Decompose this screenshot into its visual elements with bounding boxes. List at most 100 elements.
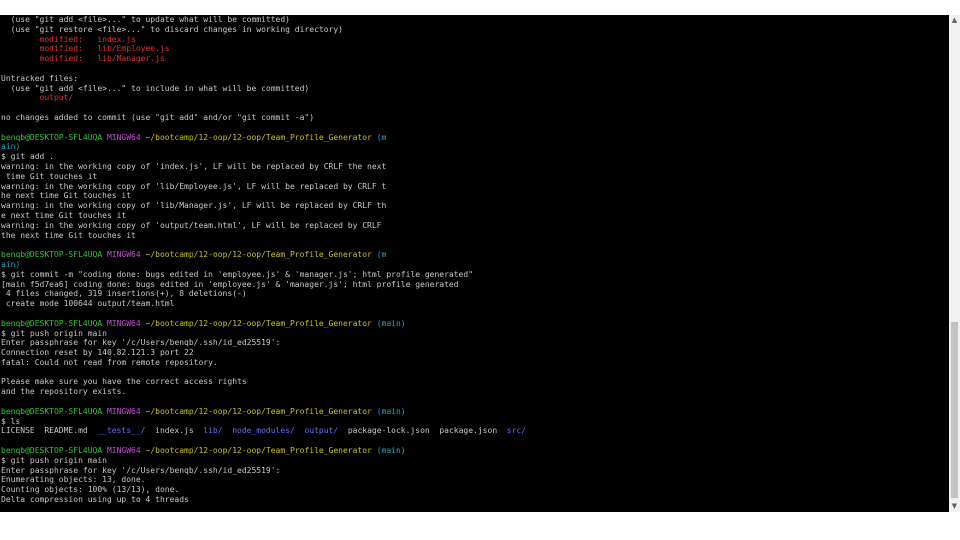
terminal-text-segment: [main f5d7ea6] coding done: bugs edited … — [1, 279, 459, 289]
terminal-text-segment: (use "git add <file>..." to include in w… — [1, 83, 310, 93]
terminal-text-segment: Counting objects: 100% (13/13), done. — [1, 485, 180, 495]
terminal-text-segment: MINGW64 — [106, 446, 146, 456]
terminal-line: he next time Git touches it — [1, 191, 941, 201]
terminal-text-segment: node_modules/ — [232, 426, 295, 436]
terminal-text-segment: 4 files changed, 319 insertions(+), 8 de… — [1, 289, 247, 299]
terminal-line: $ git add . — [1, 152, 941, 162]
terminal-line: benqb@DESKTOP-SFL4UQA MINGW64 ~/bootcamp… — [1, 407, 941, 417]
terminal-line: e next time Git touches it — [1, 211, 941, 221]
terminal-line: benqb@DESKTOP-SFL4UQA MINGW64 ~/bootcamp… — [1, 133, 941, 143]
terminal-text-segment: MINGW64 — [106, 132, 146, 142]
terminal-text-segment: warning: in the working copy of 'lib/Emp… — [1, 181, 387, 191]
terminal-line: time Git touches it — [1, 172, 941, 182]
terminal-line: Enter passphrase for key '/c/Users/benqb… — [1, 338, 941, 348]
terminal-text-segment: modified: index.js — [1, 34, 136, 44]
terminal-text-segment: create mode 100644 output/team.html — [1, 299, 175, 309]
terminal-text-segment: $ git push origin main — [1, 455, 107, 465]
terminal-text-segment: benqb@DESKTOP-SFL4UQA — [1, 132, 107, 142]
terminal-text-segment: Enter passphrase for key '/c/Users/benqb… — [1, 465, 281, 475]
terminal-text-segment: benqb@DESKTOP-SFL4UQA — [1, 446, 107, 456]
terminal-text-segment: Untracked files: — [1, 73, 79, 83]
scrollbar-thumb[interactable] — [951, 322, 958, 498]
terminal-text-segment: modified: lib/Manager.js — [1, 54, 165, 64]
terminal-text-segment: output/ — [1, 93, 74, 103]
terminal-text-segment: Enumerating objects: 13, done. — [1, 475, 146, 485]
terminal-line: Delta compression using up to 4 threads — [1, 495, 941, 505]
terminal-text-segment: (m — [371, 250, 387, 260]
terminal-line: and the repository exists. — [1, 387, 941, 397]
terminal-text-segment: modified: lib/Employee.js — [1, 44, 170, 54]
terminal-line: Untracked files: — [1, 74, 941, 84]
terminal-text-segment: ~/bootcamp/12-oop/12-oop/Team_Profile_Ge… — [145, 318, 372, 328]
terminal-line: (use "git restore <file>..." to discard … — [1, 25, 941, 35]
terminal-line: $ git push origin main — [1, 456, 941, 466]
terminal-text-segment: lib/ — [203, 426, 223, 436]
terminal-line: Counting objects: 100% (13/13), done. — [1, 485, 941, 495]
terminal-text-segment: package-lock.json package.json — [338, 426, 507, 436]
terminal-text-segment: $ git commit -m "coding done: bugs edite… — [1, 269, 474, 279]
terminal-line: benqb@DESKTOP-SFL4UQA MINGW64 ~/bootcamp… — [1, 446, 941, 456]
terminal-line: ain) — [1, 260, 941, 270]
terminal-line: create mode 100644 output/team.html — [1, 299, 941, 309]
terminal-line: [main f5d7ea6] coding done: bugs edited … — [1, 280, 941, 290]
terminal-text-segment: e next time Git touches it — [1, 210, 127, 220]
scroll-up-arrow-icon[interactable]: ▲ — [949, 15, 960, 26]
terminal-line: Enumerating objects: 13, done. — [1, 475, 941, 485]
terminal-text-segment: Delta compression using up to 4 threads — [1, 495, 189, 505]
terminal-text-segment: and the repository exists. — [1, 387, 127, 397]
terminal-line: (use "git add <file>..." to include in w… — [1, 84, 941, 94]
terminal-text-segment: (main) — [371, 318, 406, 328]
terminal-text-segment: ~/bootcamp/12-oop/12-oop/Team_Profile_Ge… — [145, 132, 372, 142]
vertical-scrollbar[interactable]: ▲ ▼ — [949, 15, 960, 512]
terminal-text-segment: ain) — [1, 259, 21, 269]
terminal-line: $ git commit -m "coding done: bugs edite… — [1, 270, 941, 280]
terminal-line: 4 files changed, 319 insertions(+), 8 de… — [1, 289, 941, 299]
terminal-text-segment: no changes added to commit (use "git add… — [1, 112, 315, 122]
terminal-line: $ git push origin main — [1, 329, 941, 339]
terminal-text-segment: (m — [371, 132, 387, 142]
terminal-line: Enter passphrase for key '/c/Users/benqb… — [1, 466, 941, 476]
terminal-line: warning: in the working copy of 'lib/Emp… — [1, 182, 941, 192]
scroll-down-arrow-icon[interactable]: ▼ — [949, 501, 960, 512]
terminal-text-segment: warning: in the working copy of 'index.j… — [1, 161, 387, 171]
terminal-text-segment: benqb@DESKTOP-SFL4UQA — [1, 406, 107, 416]
terminal-line: LICENSE README.md __tests__/ index.js li… — [1, 426, 941, 436]
terminal-text-segment: (use "git restore <file>..." to discard … — [1, 24, 343, 34]
terminal-line: ain) — [1, 142, 941, 152]
terminal-text-segment: benqb@DESKTOP-SFL4UQA — [1, 318, 107, 328]
terminal-text-segment: (main) — [371, 406, 406, 416]
terminal-line: warning: in the working copy of 'output/… — [1, 221, 941, 231]
terminal-window[interactable]: (use "git add <file>..." to update what … — [0, 15, 949, 512]
terminal-line: fatal: Could not read from remote reposi… — [1, 358, 941, 368]
terminal-line: warning: in the working copy of 'index.j… — [1, 162, 941, 172]
terminal-text-segment: MINGW64 — [106, 318, 146, 328]
terminal-text-segment: output/ — [304, 426, 339, 436]
terminal-line: Connection reset by 140.82.121.3 port 22 — [1, 348, 941, 358]
terminal-line: modified: lib/Manager.js — [1, 54, 941, 64]
terminal-line: output/ — [1, 93, 941, 103]
terminal-text-segment: ~/bootcamp/12-oop/12-oop/Team_Profile_Ge… — [145, 250, 372, 260]
terminal-line: Please make sure you have the correct ac… — [1, 377, 941, 387]
terminal-text-segment: $ git add . — [1, 152, 54, 162]
terminal-output: (use "git add <file>..." to update what … — [1, 15, 941, 505]
terminal-line: modified: lib/Employee.js — [1, 44, 941, 54]
terminal-text-segment: src/ — [506, 426, 527, 436]
terminal-text-segment: MINGW64 — [106, 250, 146, 260]
terminal-text-segment: benqb@DESKTOP-SFL4UQA — [1, 250, 107, 260]
terminal-line: the next time Git touches it — [1, 231, 941, 241]
terminal-line: no changes added to commit (use "git add… — [1, 113, 941, 123]
terminal-text-segment: warning: in the working copy of 'output/… — [1, 220, 382, 230]
terminal-text-segment: ain) — [1, 142, 21, 152]
terminal-line: (use "git add <file>..." to update what … — [1, 15, 941, 25]
terminal-text-segment: the next time Git touches it — [1, 230, 136, 240]
terminal-line: benqb@DESKTOP-SFL4UQA MINGW64 ~/bootcamp… — [1, 319, 941, 329]
terminal-text-segment: fatal: Could not read from remote reposi… — [1, 357, 218, 367]
terminal-line: $ ls — [1, 417, 941, 427]
